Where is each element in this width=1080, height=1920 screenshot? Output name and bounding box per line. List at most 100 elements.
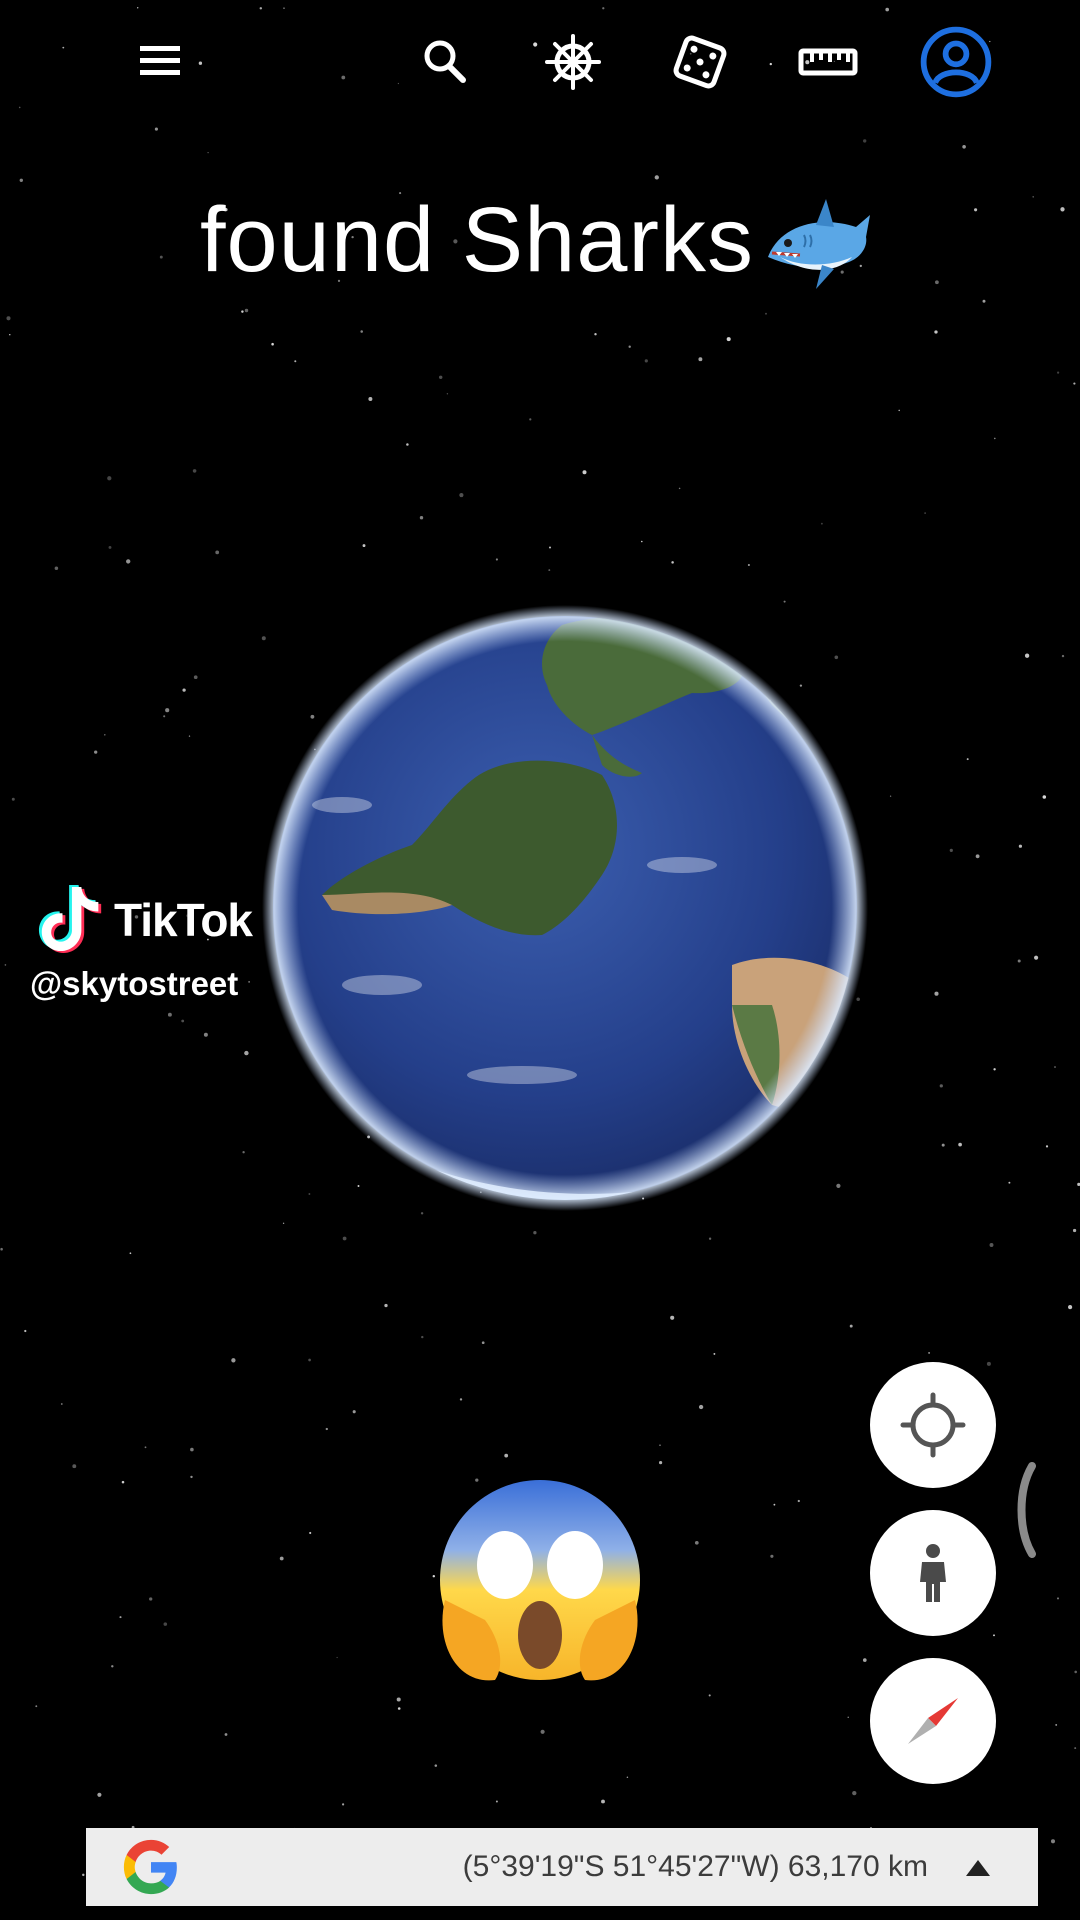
star [481,1341,485,1345]
star [282,1222,285,1224]
star [708,1694,711,1697]
star [982,299,986,303]
earth-view-screen: found Sharks TikTok @skytostreet (5°39'1… [0,0,1080,1920]
star [308,1358,311,1362]
star [529,418,532,421]
compass-needle-icon [908,1698,958,1744]
star [1068,1305,1073,1310]
star [1073,382,1076,385]
star [962,145,966,149]
star [224,1733,228,1736]
star [671,561,674,564]
star [438,375,443,380]
star [862,1658,867,1662]
star [602,7,605,10]
google-g-logo [123,1839,177,1895]
feeling-lucky-button[interactable] [660,22,740,102]
star [495,558,498,561]
star [241,310,244,313]
star [626,1776,629,1778]
measure-button[interactable] [788,22,868,102]
star [849,1324,853,1328]
star [1045,1145,1049,1148]
star [659,1444,661,1446]
star [628,345,631,348]
star [325,1427,328,1431]
star [137,7,139,9]
star [1054,1066,1056,1068]
star [360,330,363,333]
star [769,62,772,66]
star [659,1461,663,1465]
status-bar: (5°39'19"S 51°45'27"W) 63,170 km [86,1828,1038,1906]
star [283,7,285,9]
star [773,1503,776,1506]
star [165,708,170,713]
star [11,797,15,801]
tiktok-brand-text: TikTok [114,894,253,946]
triangle-up-icon[interactable] [962,1852,994,1882]
crosshair-icon [900,1392,966,1458]
star [1074,1670,1077,1674]
my-location-button[interactable] [870,1362,996,1488]
star [129,1252,132,1255]
star [1055,1723,1058,1726]
star [820,522,823,525]
star [190,1447,194,1452]
coordinates-readout: (5°39'19"S 51°45'27"W) 63,170 km [462,1850,928,1883]
star [1017,959,1021,963]
star [259,7,263,10]
star [713,1352,716,1355]
star [119,1616,122,1619]
star [352,1410,356,1414]
star [62,46,65,49]
star [770,1554,774,1558]
star [1018,844,1023,848]
earth-globe[interactable] [262,605,868,1211]
menu-button[interactable] [120,22,200,102]
star [993,437,996,440]
star [654,175,659,180]
star [419,516,424,520]
star [495,1800,498,1803]
star [548,546,552,549]
star [747,563,750,567]
hamburger-menu-icon [140,46,180,75]
tiktok-logo-icon [38,885,102,953]
star [698,1404,704,1410]
side-drawer-handle[interactable] [1008,1460,1038,1560]
tiktok-handle-text: @skytostreet [30,965,239,1002]
star [341,75,346,80]
star [397,1707,401,1710]
dice-icon [673,35,727,89]
star [765,312,767,315]
search-button[interactable] [405,22,485,102]
star [958,1142,962,1147]
account-button[interactable] [916,22,996,102]
star [644,359,648,363]
star [309,1531,312,1535]
star [60,1403,63,1405]
star [0,1247,3,1251]
star [190,1475,193,1479]
star [341,1803,345,1806]
star [294,360,297,363]
star [446,393,449,395]
star [885,7,889,12]
star [384,1303,388,1308]
star [1042,795,1047,799]
star [924,512,926,514]
compass-button[interactable] [870,1658,996,1784]
star [192,469,197,473]
star [368,397,373,401]
star [111,1665,114,1668]
star [9,334,11,336]
street-view-button[interactable] [870,1510,996,1636]
star [149,1597,153,1601]
caption-text: found Sharks [199,189,755,291]
star [126,559,131,564]
star [163,715,166,718]
voyager-button[interactable] [533,22,613,102]
star [19,178,23,182]
star [207,151,209,154]
